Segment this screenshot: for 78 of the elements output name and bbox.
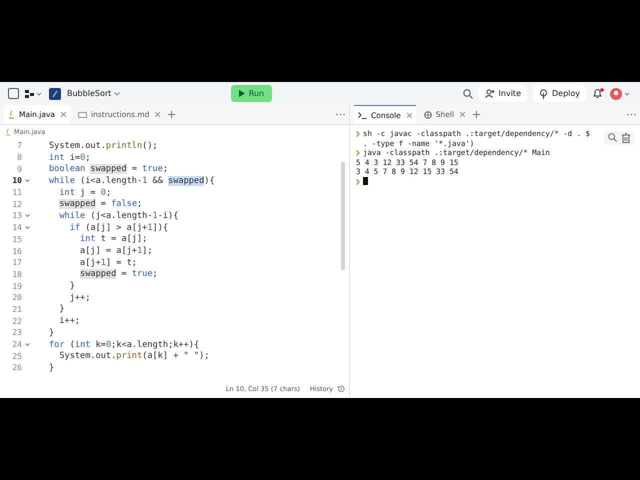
close-icon[interactable] (460, 112, 466, 117)
code-line: swapped = true; (79, 269, 158, 280)
code-line: j++; (68, 292, 90, 303)
code-line: if (a[j] > a[j+1]){ (68, 222, 168, 233)
line-number: 15 (11, 234, 22, 244)
line-number: 12 (11, 200, 22, 209)
line-number: 22 (11, 316, 22, 326)
code-line: int t = a[j]; (79, 234, 148, 244)
line-number: 25 (11, 352, 22, 361)
code-line: int i=0; (49, 152, 90, 163)
add-tab-icon[interactable] (473, 111, 480, 118)
code-line: } (49, 328, 54, 338)
more-icon[interactable] (627, 113, 636, 116)
deploy-button[interactable]: Deploy (533, 85, 586, 102)
code-line: } (49, 362, 54, 373)
code-line: a[j] = a[j+1]; (79, 246, 153, 256)
close-icon[interactable] (61, 112, 66, 117)
caret-icon (114, 92, 120, 96)
invite-button[interactable]: Invite (478, 85, 527, 102)
line-number: 11 (11, 188, 22, 198)
java-file-icon (8, 110, 15, 119)
project-menu-button[interactable]: BubbleSort (67, 89, 120, 98)
prompt-icon (356, 150, 360, 156)
line-number: 7 (16, 141, 22, 150)
globe-icon (424, 110, 432, 118)
project-icon (49, 88, 61, 100)
code-line: while (i<a.length-1 && swapped){ (49, 176, 215, 186)
play-icon (238, 90, 245, 97)
line-number: 26 (11, 363, 22, 372)
prompt-icon (356, 178, 360, 184)
line-number: 17 (11, 258, 22, 268)
run-button[interactable]: Run (230, 85, 272, 102)
code-line: System.out.println(); (49, 140, 158, 151)
close-icon[interactable] (155, 112, 160, 117)
fold-chevron-icon[interactable] (25, 343, 30, 346)
fold-chevron-icon[interactable] (25, 226, 30, 230)
line-number: 10 (11, 176, 22, 186)
trash-icon[interactable] (622, 133, 630, 143)
more-icon[interactable] (336, 113, 345, 116)
line-number: 21 (11, 304, 22, 314)
add-person-icon (484, 89, 495, 98)
line-number: 24 (11, 340, 22, 350)
line-number: 14 (11, 223, 22, 232)
line-number: 16 (11, 246, 22, 256)
bell-icon[interactable] (592, 88, 604, 99)
java-file-icon (5, 128, 11, 136)
code-line: } (68, 281, 75, 292)
line-number: 13 (11, 211, 22, 220)
line-number: 18 (11, 270, 22, 279)
sidebar-toggle-icon[interactable] (8, 88, 19, 99)
code-line: while (j<a.length-1-i){ (58, 210, 178, 221)
code-line: boolean swapped = true; (49, 164, 168, 174)
line-number: 8 (16, 153, 22, 162)
fold-chevron-icon[interactable] (25, 214, 30, 218)
pin-icon (539, 88, 548, 98)
close-icon[interactable] (406, 112, 412, 118)
search-icon[interactable] (608, 133, 617, 142)
blocks-dropdown-icon[interactable] (25, 88, 43, 98)
code-line: swapped = false; (58, 199, 142, 210)
line-number: 20 (11, 293, 22, 302)
code-line: i++; (58, 316, 80, 326)
line-number: 23 (11, 328, 22, 338)
prompt-icon (356, 131, 360, 137)
scrollbar-thumb[interactable] (341, 162, 345, 270)
code-line: int j = 0; (58, 188, 112, 198)
line-number: 19 (11, 282, 22, 291)
line-number: 9 (16, 164, 22, 174)
search-icon[interactable] (462, 88, 473, 98)
history-icon (337, 384, 345, 392)
code-line: System.out.print(a[k] + " "); (58, 351, 210, 362)
code-line: for (int k=0;k<a.length;k++){ (49, 340, 200, 350)
terminal-icon (358, 112, 367, 118)
code-line: a[j+1] = t; (79, 258, 137, 268)
code-line: } (58, 304, 65, 314)
markdown-file-icon (78, 112, 88, 118)
fold-chevron-icon[interactable] (25, 179, 30, 182)
avatar-icon[interactable] (610, 88, 632, 100)
add-tab-icon[interactable] (168, 111, 176, 118)
